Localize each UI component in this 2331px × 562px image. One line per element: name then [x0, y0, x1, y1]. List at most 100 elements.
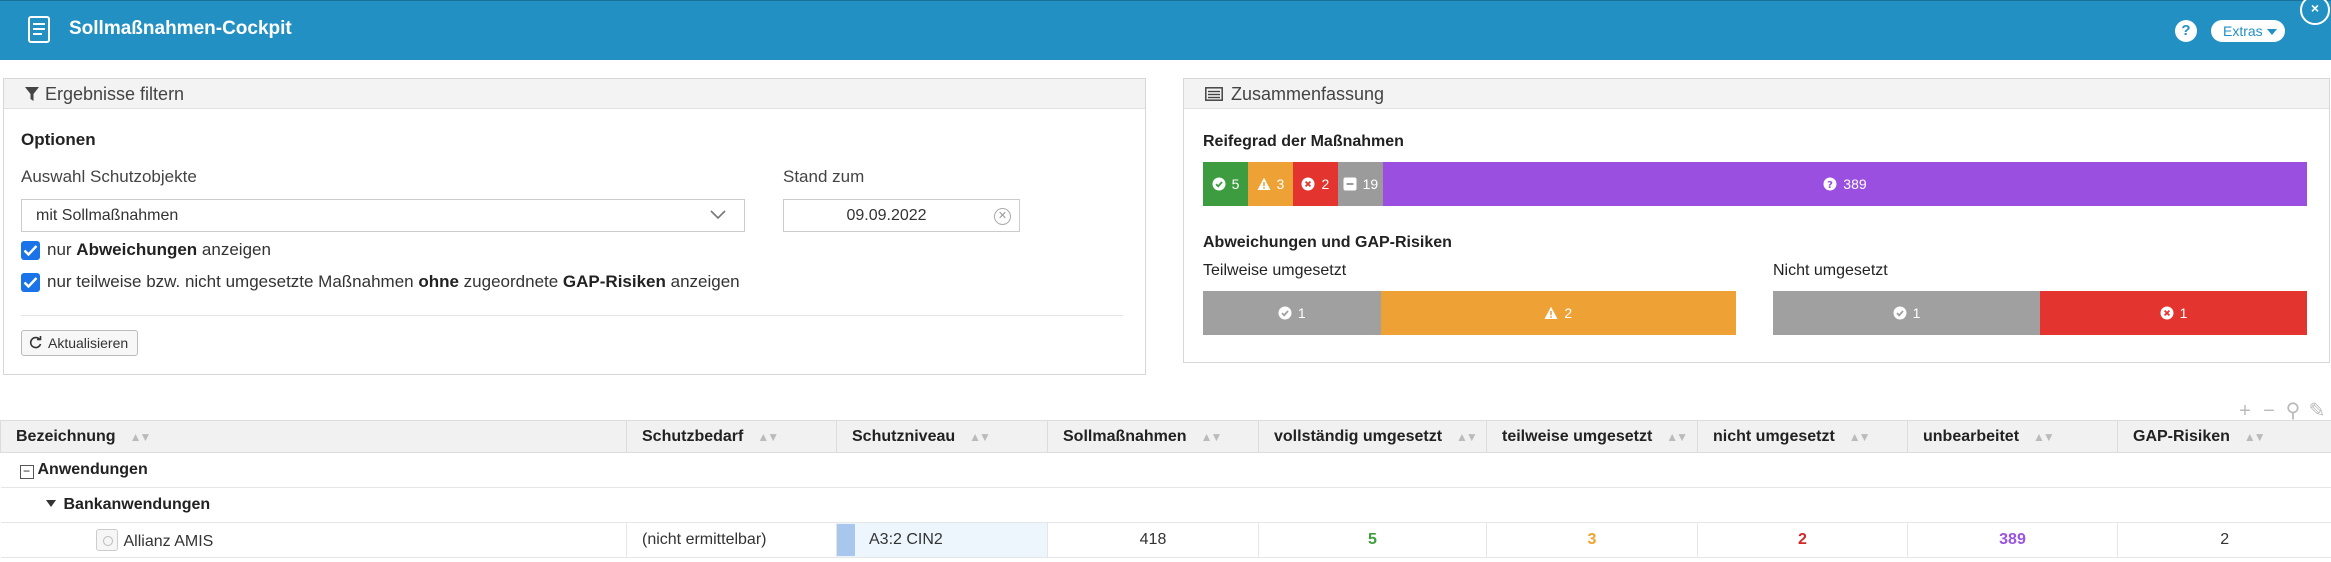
bar-segment-value: 1 — [1912, 305, 1921, 321]
bar-segment-warning[interactable]: 2 — [1380, 291, 1736, 335]
window-title: Sollmaßnahmen-Cockpit — [69, 18, 292, 39]
bar-segment-value: 2 — [1321, 176, 1330, 192]
column-header-bezeichnung[interactable]: Bezeichnung ▲▼ — [0, 420, 627, 453]
bar-segment-check-circle[interactable]: 5 — [1203, 162, 1248, 206]
row-gap[interactable]: 2 — [2117, 522, 2331, 558]
not-implemented-label: Nicht umgesetzt — [1773, 262, 1888, 279]
refresh-button[interactable]: Aktualisieren — [21, 330, 138, 356]
without-gap-risks-checkbox[interactable] — [21, 273, 40, 292]
collapse-icon[interactable]: − — [19, 465, 34, 479]
bar-segment-value: 1 — [1297, 305, 1306, 321]
sort-icon[interactable]: ▲▼ — [2244, 430, 2266, 444]
bar-segment-warning[interactable]: 3 — [1247, 162, 1293, 206]
bar-segment-x-circle[interactable]: 1 — [2040, 291, 2307, 335]
x-circle-icon — [1301, 177, 1315, 191]
table-header-row: Bezeichnung ▲▼ Schutzbedarf ▲▼ Schutznivea… — [0, 420, 2331, 453]
minus-square-icon — [1343, 177, 1357, 191]
warning-icon — [1544, 306, 1558, 319]
row-nicht[interactable]: 2 — [1697, 522, 1908, 558]
summary-panel-title: Zusammenfassung — [1231, 84, 1385, 104]
sort-icon[interactable]: ▲▼ — [1666, 430, 1688, 444]
question-circle-icon: ? — [1823, 177, 1837, 191]
extras-label: Extras — [2223, 23, 2263, 39]
filter-icon — [25, 87, 39, 101]
column-header-schutzniveau[interactable]: Schutzniveau ▲▼ — [836, 420, 1048, 453]
column-header-unbearbeitet[interactable]: unbearbeitet ▲▼ — [1907, 420, 2118, 453]
checkmark-icon — [23, 277, 38, 289]
not-implemented-bar: 11 — [1773, 291, 2307, 335]
extras-menu-button[interactable]: Extras — [2211, 20, 2285, 42]
level-indicator — [837, 524, 855, 556]
check-circle-icon — [1893, 306, 1907, 320]
filter-panel-header: Ergebnisse filtern — [4, 79, 1145, 109]
sort-icon[interactable]: ▲▼ — [1456, 430, 1478, 444]
sort-icon[interactable]: ▲▼ — [757, 430, 779, 444]
filter-panel-title: Ergebnisse filtern — [45, 84, 185, 104]
date-field[interactable]: 09.09.2022 ✕ — [783, 199, 1020, 232]
row-soll: 418 — [1047, 522, 1259, 558]
without-gap-risks-label: nur teilweise bzw. nicht umgesetzte Maßn… — [47, 272, 740, 291]
application-icon — [95, 529, 118, 551]
partial-label: Teilweise umgesetzt — [1203, 262, 1347, 279]
selection-label: Auswahl Schutzobjekte — [21, 167, 197, 186]
options-title: Optionen — [21, 130, 96, 149]
row-schutzniveau: A3:2 CIN2 — [836, 522, 1048, 558]
column-header-gap-risiken[interactable]: GAP-Risiken ▲▼ — [2117, 420, 2331, 453]
column-header-sollmassnahmen[interactable]: Sollmaßnahmen ▲▼ — [1047, 420, 1259, 453]
table-row[interactable]: Bankanwendungen — [0, 487, 2331, 523]
list-panel-icon — [1205, 87, 1223, 101]
row-teil[interactable]: 3 — [1486, 522, 1698, 558]
sort-icon[interactable]: ▲▼ — [1201, 430, 1223, 444]
selection-value: mit Sollmaßnahmen — [36, 207, 179, 224]
row-voll[interactable]: 5 — [1258, 522, 1487, 558]
warning-icon — [1257, 177, 1271, 190]
row-unbearbeitet[interactable]: 389 — [1907, 522, 2118, 558]
row-schutzbedarf: (nicht ermittelbar) — [626, 522, 837, 558]
measures-table: Bezeichnung ▲▼ Schutzbedarf ▲▼ Schutznivea… — [0, 420, 2331, 558]
check-circle-icon — [1278, 306, 1292, 320]
caret-down-icon[interactable] — [45, 500, 56, 507]
bar-segment-check-circle[interactable]: 1 — [1203, 291, 1381, 335]
bar-segment-value: 2 — [1564, 305, 1573, 321]
row-name[interactable]: Allianz AMIS — [124, 533, 214, 550]
summary-panel-header: Zusammenfassung — [1184, 79, 2329, 109]
bar-segment-minus-square[interactable]: 19 — [1337, 162, 1383, 206]
refresh-icon — [29, 336, 42, 349]
column-header-schutzbedarf[interactable]: Schutzbedarf ▲▼ — [626, 420, 837, 453]
clear-date-icon[interactable]: ✕ — [994, 208, 1011, 225]
caret-down-icon — [2266, 29, 2277, 36]
selection-dropdown[interactable]: mit Sollmaßnahmen — [21, 199, 745, 232]
bar-segment-check-circle[interactable]: 1 — [1773, 291, 2040, 335]
table-row[interactable]: Allianz AMIS (nicht ermittelbar) A3:2 CI… — [0, 522, 2331, 558]
table-row[interactable]: − Anwendungen — [0, 452, 2331, 488]
x-circle-icon — [2160, 306, 2174, 320]
maturity-label: Reifegrad der Maßnahmen — [1203, 133, 1404, 150]
check-circle-icon — [1212, 177, 1226, 191]
column-header-teilweise[interactable]: teilweise umgesetzt ▲▼ — [1486, 420, 1698, 453]
date-label: Stand zum — [783, 167, 865, 186]
sort-icon[interactable]: ▲▼ — [969, 430, 991, 444]
sort-icon[interactable]: ▲▼ — [1849, 430, 1871, 444]
deviations-only-label: nur Abweichungen anzeigen — [47, 240, 271, 259]
group-anwendungen: Anwendungen — [37, 461, 148, 478]
document-icon — [28, 16, 50, 43]
bar-segment-x-circle[interactable]: 2 — [1292, 162, 1338, 206]
column-header-nicht[interactable]: nicht umgesetzt ▲▼ — [1697, 420, 1908, 453]
filter-divider — [21, 315, 1123, 316]
checkmark-icon — [23, 245, 38, 257]
bar-segment-question-circle[interactable]: ? 389 — [1382, 162, 2307, 206]
help-button[interactable]: ? — [2175, 20, 2197, 42]
partial-bar: 12 — [1203, 291, 1736, 335]
deviations-only-checkbox[interactable] — [21, 241, 40, 260]
window-titlebar: Sollmaßnahmen-Cockpit ? Extras × — [0, 0, 2331, 60]
close-button[interactable]: × — [2300, 0, 2330, 25]
svg-text:?: ? — [1827, 180, 1833, 191]
bar-segment-value: 5 — [1231, 176, 1240, 192]
bar-segment-value: 19 — [1362, 176, 1379, 192]
sort-icon[interactable]: ▲▼ — [2033, 430, 2055, 444]
chevron-down-icon — [710, 210, 726, 220]
gap-label: Abweichungen und GAP-Risiken — [1203, 234, 1452, 251]
column-header-vollstaendig[interactable]: vollständig umgesetzt ▲▼ — [1258, 420, 1487, 453]
bar-segment-value: 3 — [1276, 176, 1285, 192]
sort-icon[interactable]: ▲▼ — [130, 430, 152, 444]
